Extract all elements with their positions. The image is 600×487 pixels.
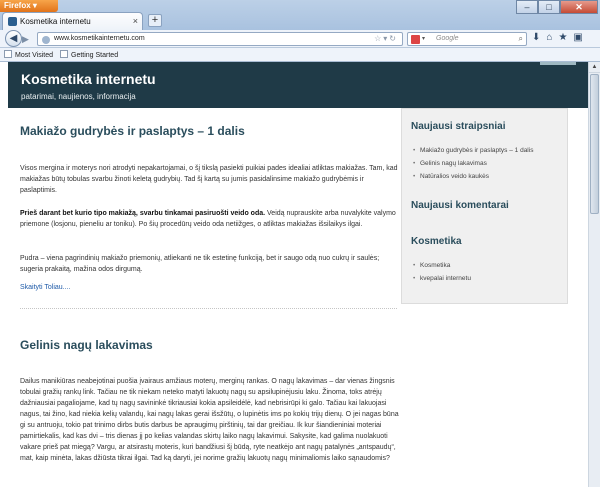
close-tab-icon[interactable]: ×: [133, 16, 138, 26]
paragraph-bold: Prieš darant bet kurio tipo makiažą, sva…: [20, 210, 266, 217]
paragraph-text: Visos mergina ir moterys nori atrodyti n…: [20, 165, 398, 194]
site-header: Kosmetika internetu patarimai, naujienos…: [8, 62, 588, 108]
window-controls: – □ ✕: [516, 0, 598, 14]
post-paragraph: Pudra – viena pagrindinių makiažo priemo…: [20, 253, 402, 275]
sidebar-section-title: Naujausi straipsniai: [411, 121, 506, 132]
url-bar[interactable]: www.kosmetikainternetu.com ☆▾↻: [37, 32, 403, 46]
page-icon: [60, 50, 68, 58]
url-text: www.kosmetikainternetu.com: [54, 35, 145, 42]
reload-icon[interactable]: ↻: [389, 34, 398, 43]
firefox-menu-button[interactable]: Firefox ▾: [0, 0, 58, 12]
scrollbar-thumb[interactable]: [590, 74, 599, 214]
post-title[interactable]: Gelinis nagų lakavimas: [20, 338, 153, 352]
toolbar-icons: ⬇ ⌂ ★ ▣: [532, 32, 583, 43]
sidebar-section-title: Naujausi komentarai: [411, 200, 509, 211]
vertical-scrollbar[interactable]: ▲: [588, 62, 600, 487]
paragraph-text: Pudra – viena pagrindinių makiažo priemo…: [20, 255, 380, 273]
firefox-menu-label: Firefox: [4, 1, 31, 10]
sidebar-link[interactable]: Natūralios veido kaukės: [413, 173, 489, 180]
post-paragraph: Dailus manikiūras neabejotinai puošia įv…: [20, 376, 402, 464]
search-bar[interactable]: ▾ Google ⌕: [407, 32, 527, 46]
bookmark-label: Getting Started: [71, 52, 119, 59]
post-paragraph: Prieš darant bet kurio tipo makiažą, sva…: [20, 208, 402, 230]
post-divider: [20, 308, 397, 309]
sidebar: Naujausi straipsniai Makiažo gudrybės ir…: [401, 108, 568, 304]
back-button[interactable]: ◀: [5, 30, 22, 47]
sidebar-link[interactable]: Makiažo gudrybės ir paslaptys – 1 dalis: [413, 147, 533, 154]
search-input[interactable]: Google: [436, 35, 459, 42]
search-icon[interactable]: ⌕: [519, 34, 523, 44]
close-window-icon[interactable]: ✕: [560, 0, 598, 14]
site-favicon-icon: [8, 17, 17, 26]
bookmark-most-visited[interactable]: Most Visited: [4, 50, 53, 59]
new-tab-button[interactable]: +: [148, 14, 162, 27]
post-paragraph: Visos mergina ir moterys nori atrodyti n…: [20, 163, 402, 196]
title-bar: Firefox ▾ – □ ✕ Kosmetika internetu × +: [0, 0, 600, 30]
navigation-toolbar: ◀ ▶ www.kosmetikainternetu.com ☆▾↻ ▾ Goo…: [0, 30, 600, 48]
maximize-icon[interactable]: □: [538, 0, 560, 14]
site-tagline: patarimai, naujienos, informacija: [21, 92, 136, 101]
tab-title: Kosmetika internetu: [20, 17, 91, 26]
site-identity-icon[interactable]: [42, 36, 50, 44]
bookmark-label: Most Visited: [15, 52, 53, 59]
home-icon[interactable]: ⌂: [546, 32, 552, 43]
forward-button[interactable]: ▶: [22, 33, 34, 45]
sidebar-link[interactable]: Gelinis nagų lakavimas: [413, 160, 487, 167]
search-engine-dropdown-icon[interactable]: ▾: [422, 35, 425, 42]
paragraph-text: Dailus manikiūras neabejotinai puošia įv…: [20, 378, 399, 462]
downloads-icon[interactable]: ⬇: [532, 32, 540, 43]
page-viewport: Kosmetika internetu patarimai, naujienos…: [0, 62, 588, 487]
read-more-link[interactable]: Skaityti Toliau....: [20, 284, 70, 291]
toolbar-menu-icon[interactable]: ▣: [573, 32, 582, 43]
url-actions: ☆▾↻: [374, 34, 398, 43]
minimize-icon[interactable]: –: [516, 0, 538, 14]
sidebar-link[interactable]: kvepalai internetu: [413, 275, 471, 282]
bookmark-getting-started[interactable]: Getting Started: [60, 50, 118, 59]
bookmarks-toolbar: Most Visited Getting Started: [0, 48, 600, 62]
site-title[interactable]: Kosmetika internetu: [21, 71, 156, 87]
header-accent: [540, 62, 576, 65]
browser-tab[interactable]: Kosmetika internetu ×: [2, 12, 143, 30]
folder-icon: [4, 50, 12, 58]
bookmark-star-icon[interactable]: ☆: [374, 34, 383, 43]
bookmarks-menu-icon[interactable]: ★: [558, 32, 567, 43]
scroll-up-icon[interactable]: ▲: [589, 62, 600, 73]
sidebar-link[interactable]: Kosmetika: [413, 262, 450, 269]
google-icon[interactable]: [411, 35, 420, 44]
sidebar-section-title: Kosmetika: [411, 236, 462, 247]
main-content: Makiažo gudrybės ir paslaptys – 1 dalis …: [8, 108, 400, 487]
post-title[interactable]: Makiažo gudrybės ir paslaptys – 1 dalis: [20, 124, 245, 138]
